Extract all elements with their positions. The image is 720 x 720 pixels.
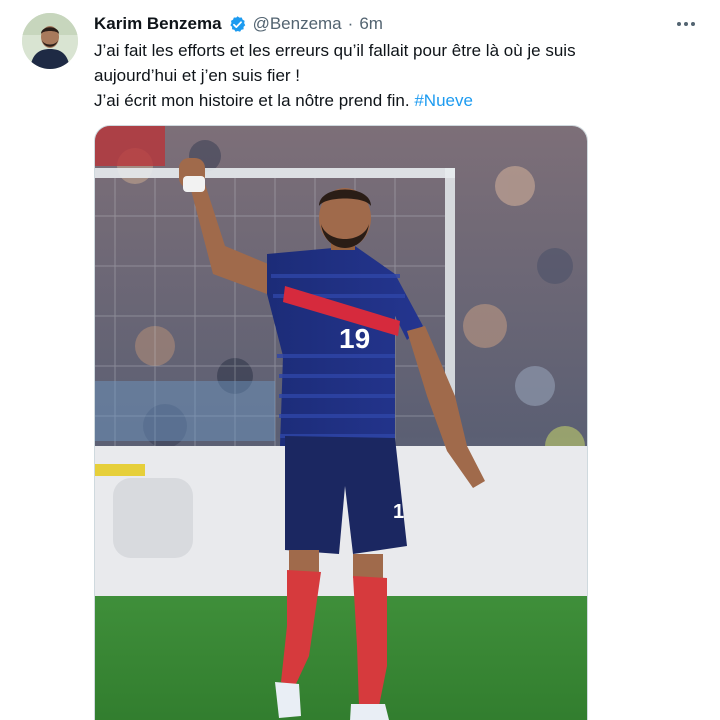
avatar-photo (22, 13, 78, 69)
header-separator: · (347, 14, 354, 33)
svg-text:1: 1 (393, 501, 404, 523)
author-handle[interactable]: @Benzema (253, 14, 342, 34)
shirt-number: 19 (339, 323, 370, 354)
tweet-text-line3: J’ai écrit mon histoire et la nôtre pren… (94, 91, 410, 110)
hashtag-link[interactable]: #Nueve (414, 91, 473, 110)
more-horizontal-icon (677, 22, 695, 26)
player-photo-image: 19 1 (95, 126, 587, 720)
tweet-card: Karim Benzema @Benzema · 6m J’ai fait le… (0, 0, 720, 720)
tweet-timestamp[interactable]: 6m (359, 14, 383, 34)
more-options-button[interactable] (672, 10, 700, 38)
tweet-text-line: aujourd’hui et j’en suis fier ! (94, 66, 301, 85)
author-avatar[interactable] (22, 13, 78, 69)
tweet-header: Karim Benzema @Benzema · 6m (94, 14, 383, 34)
verified-badge-icon (229, 15, 245, 32)
tweet-text: J’ai fait les efforts et les erreurs qu’… (94, 38, 654, 113)
tweet-photo[interactable]: 19 1 (94, 125, 588, 720)
tweet-text-line: J’ai fait les efforts et les erreurs qu’… (94, 41, 576, 60)
author-display-name[interactable]: Karim Benzema (94, 14, 222, 34)
tweet-text-line: J’ai écrit mon histoire et la nôtre pren… (94, 88, 654, 113)
